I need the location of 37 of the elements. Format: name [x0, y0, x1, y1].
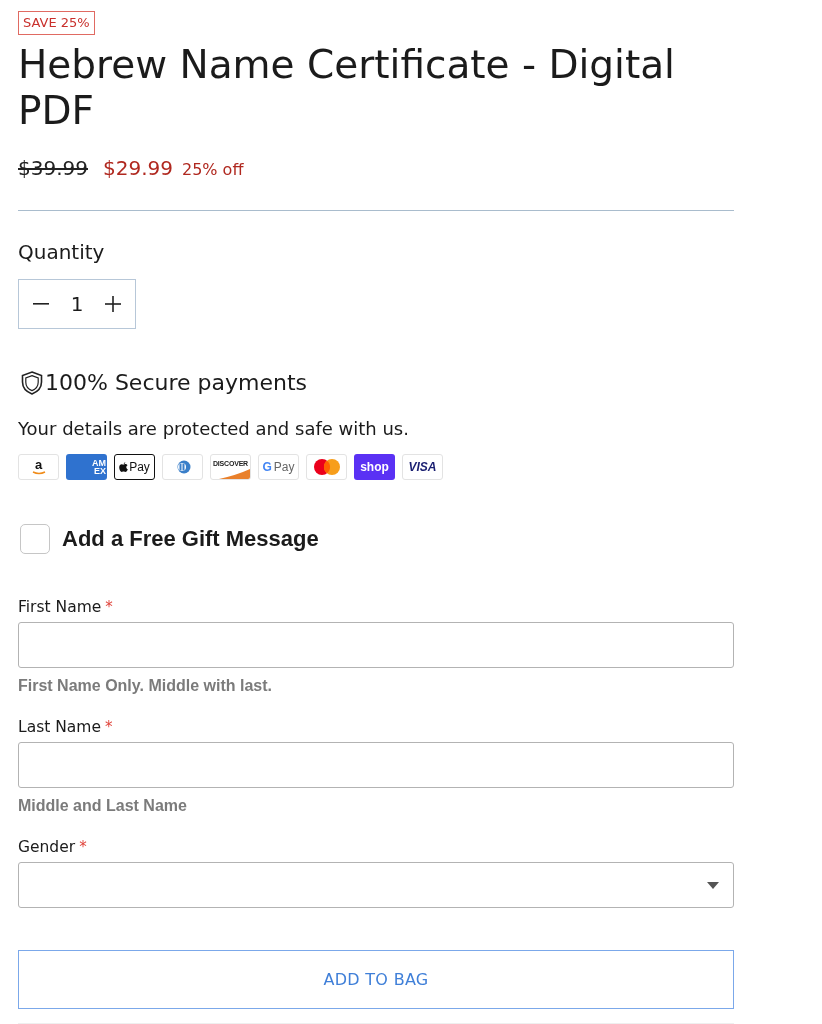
input-field[interactable]	[18, 622, 734, 668]
quantity-value: 1	[70, 292, 84, 316]
field-label: First Name	[18, 597, 102, 618]
sale-badge: SAVE 25%	[18, 11, 95, 35]
required-mark: *	[105, 597, 113, 618]
select-field[interactable]	[18, 862, 734, 908]
caret-down-icon	[707, 881, 719, 889]
field-label: Last Name	[18, 717, 101, 738]
logo-mark: G	[262, 461, 272, 473]
logo-text: AM EX	[91, 459, 106, 475]
apple-icon	[119, 461, 129, 473]
field-hint: First Name Only. Middle with last.	[18, 676, 273, 696]
required-mark: *	[79, 837, 87, 858]
increase-button[interactable]	[104, 295, 122, 313]
logo-text: Pay	[273, 461, 295, 473]
add-to-bag-button[interactable]: ADD TO BAG	[18, 950, 734, 1009]
logo-text: Pay	[129, 461, 150, 473]
sale-price: $29.99	[103, 155, 173, 182]
discount-text: 25% off	[181, 159, 244, 181]
gift-message-checkbox[interactable]	[20, 524, 50, 554]
minus-icon	[33, 303, 49, 305]
field-hint: Middle and Last Name	[18, 796, 188, 816]
product-title: Hebrew Name Certificate - Digital PDF	[18, 42, 676, 134]
logo-text: shop	[360, 461, 389, 473]
plus-icon	[105, 296, 121, 312]
quantity-label: Quantity	[18, 239, 106, 266]
overlapping-circles-icon	[313, 459, 340, 475]
gift-message-label: Add a Free Gift Message	[62, 525, 319, 553]
secure-heading: 100% Secure payments	[45, 369, 307, 397]
input-field[interactable]	[18, 742, 734, 788]
original-price: $39.99	[18, 155, 88, 182]
field-label: Gender	[18, 837, 76, 858]
shield-icon	[21, 371, 43, 395]
logo-text: a	[34, 459, 43, 471]
required-mark: *	[104, 717, 113, 738]
security-note: Your details are protected and safe with us.	[18, 417, 410, 441]
logo-text: VISA	[408, 461, 437, 473]
